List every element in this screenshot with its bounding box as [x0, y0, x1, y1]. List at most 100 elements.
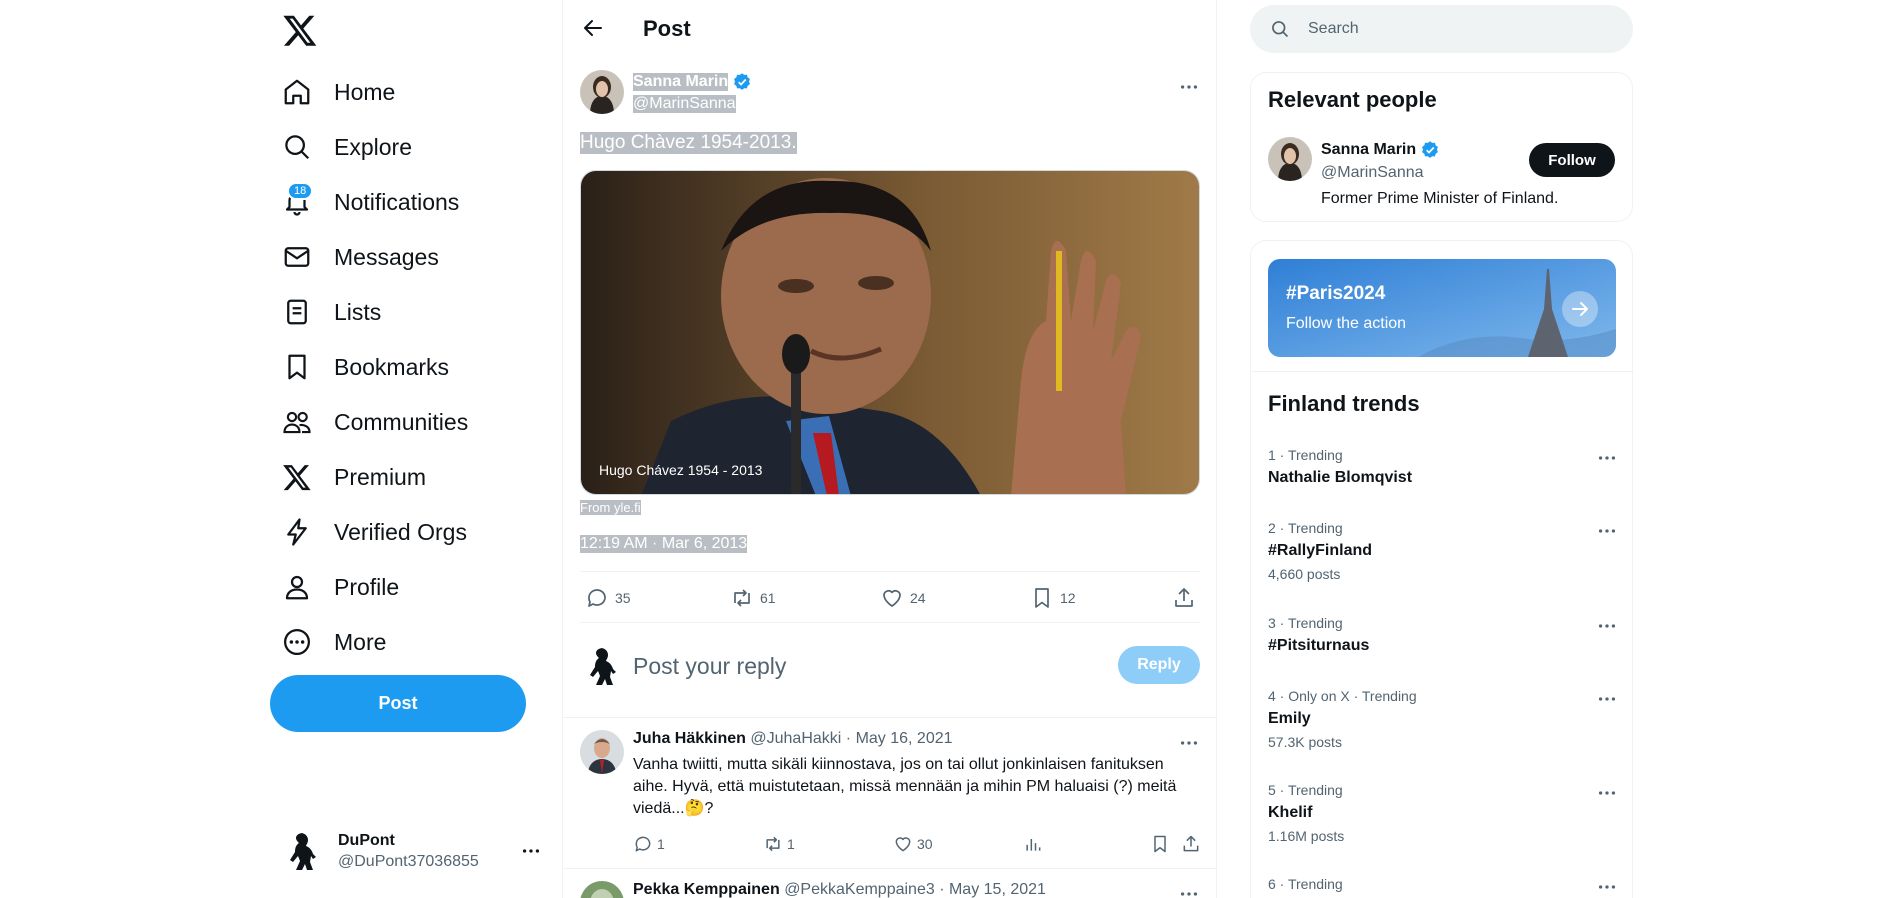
- nav-label-bookmarks: Bookmarks: [334, 353, 450, 380]
- nav-premium[interactable]: Premium: [282, 455, 426, 499]
- person-name[interactable]: Sanna Marin: [1321, 140, 1440, 160]
- lightning-icon: [282, 517, 312, 547]
- reply-author-handle[interactable]: @PekkaKemppaine3: [784, 881, 935, 898]
- reply-button[interactable]: Reply: [1118, 646, 1200, 684]
- media-caption: Hugo Chávez 1954 - 2013: [599, 462, 763, 478]
- list-icon: [282, 297, 312, 327]
- nav-bookmarks[interactable]: Bookmarks: [282, 345, 449, 389]
- reply-date[interactable]: · May 16, 2021: [846, 730, 953, 747]
- avatar[interactable]: [580, 730, 624, 774]
- avatar[interactable]: [1268, 137, 1312, 181]
- reply-date[interactable]: · May 15, 2021: [939, 881, 1046, 898]
- promo-banner[interactable]: #Paris2024 Follow the action: [1268, 259, 1616, 357]
- nav-verified-orgs[interactable]: Verified Orgs: [282, 510, 467, 554]
- share-icon: [1183, 835, 1199, 852]
- avatar[interactable]: [580, 70, 624, 114]
- home-icon: [282, 77, 312, 107]
- more-horizontal-icon[interactable]: [1596, 615, 1618, 637]
- share-icon: [1175, 588, 1193, 607]
- like-action[interactable]: 30: [893, 834, 933, 854]
- post-author-handle[interactable]: @MarinSanna: [633, 95, 736, 113]
- post-source-link[interactable]: From yle.fi: [580, 500, 641, 515]
- people-icon: [282, 407, 312, 437]
- more-horizontal-icon[interactable]: [1596, 782, 1618, 804]
- nav-messages[interactable]: Messages: [282, 235, 439, 279]
- trend-name: Khelif: [1268, 804, 1313, 821]
- person-handle[interactable]: @MarinSanna: [1321, 164, 1424, 182]
- trend-meta: 3 · Trending: [1268, 615, 1343, 631]
- nav-label-notifications: Notifications: [334, 188, 460, 215]
- nav-notifications[interactable]: 18 Notifications: [282, 180, 459, 224]
- more-horizontal-icon[interactable]: [1178, 732, 1200, 754]
- nav-explore[interactable]: Explore: [282, 125, 412, 169]
- trend-item[interactable]: 6 · Trending: [1268, 876, 1618, 892]
- nav-communities[interactable]: Communities: [282, 400, 468, 444]
- arrow-right-icon[interactable]: [1562, 291, 1598, 327]
- trend-item[interactable]: 5 · Trending Khelif 1.16M posts: [1268, 782, 1618, 844]
- more-horizontal-icon[interactable]: [1596, 876, 1618, 898]
- nav-label-profile: Profile: [334, 573, 400, 600]
- views-action[interactable]: [1023, 834, 1047, 854]
- like-count: 30: [917, 836, 933, 852]
- x-logo-icon: [282, 462, 312, 492]
- nav-label-messages: Messages: [334, 243, 439, 270]
- bookmark-action[interactable]: [1150, 834, 1174, 854]
- verified-badge-icon: [732, 72, 752, 92]
- share-action[interactable]: [1172, 586, 1202, 610]
- more-horizontal-icon[interactable]: [1596, 520, 1618, 542]
- promo-hashtag: #Paris2024: [1286, 283, 1386, 304]
- trend-item[interactable]: 3 · Trending #Pitsiturnaus: [1268, 615, 1618, 655]
- search-input[interactable]: [1308, 5, 1608, 53]
- nav-lists[interactable]: Lists: [282, 290, 381, 334]
- trends-card: #Paris2024 Follow the action Finland tre…: [1250, 240, 1634, 898]
- reply-action[interactable]: 1: [633, 834, 665, 854]
- post-author-name: Sanna Marin: [633, 73, 729, 91]
- repost-action[interactable]: 1: [763, 834, 795, 854]
- trend-count: 57.3K posts: [1268, 734, 1342, 750]
- post-timestamp[interactable]: 12:19 AM · Mar 6, 2013: [580, 535, 748, 553]
- page-title: Post: [643, 16, 691, 41]
- reply-input[interactable]: Post your reply: [633, 653, 786, 680]
- reply-author-name[interactable]: Juha Häkkinen: [633, 730, 746, 747]
- share-action[interactable]: [1181, 834, 1205, 854]
- post-button[interactable]: Post: [270, 675, 526, 732]
- avatar: [280, 829, 324, 873]
- more-horizontal-icon[interactable]: [1178, 883, 1200, 898]
- post-author[interactable]: Sanna Marin: [633, 72, 752, 92]
- more-horizontal-icon[interactable]: [1596, 447, 1618, 469]
- divider: [1251, 371, 1634, 372]
- reply-icon: [635, 836, 651, 852]
- follow-button[interactable]: Follow: [1529, 143, 1615, 177]
- more-horizontal-icon[interactable]: [1178, 76, 1200, 98]
- nav-label-more: More: [334, 628, 387, 655]
- verified-badge-icon: [1420, 140, 1440, 160]
- bookmark-icon: [1035, 588, 1049, 608]
- reply-action[interactable]: 35: [585, 586, 631, 610]
- trend-item[interactable]: 4 · Only on X · Trending Emily 57.3K pos…: [1268, 688, 1618, 750]
- promo-subtitle: Follow the action: [1286, 315, 1407, 332]
- bookmark-action[interactable]: 12: [1030, 586, 1076, 610]
- nav-label-home: Home: [334, 78, 396, 105]
- reply-header: Juha Häkkinen @JuhaHakki · May 16, 2021: [633, 730, 953, 748]
- avatar[interactable]: [580, 881, 624, 898]
- post-image[interactable]: Hugo Chávez 1954 - 2013: [580, 170, 1200, 495]
- trend-name: #RallyFinland: [1268, 542, 1373, 559]
- nav-more[interactable]: More: [282, 620, 386, 664]
- account-switcher[interactable]: DuPont @DuPont37036855: [280, 825, 542, 877]
- x-logo-icon[interactable]: [282, 12, 318, 48]
- nav-home[interactable]: Home: [282, 70, 395, 114]
- trend-item[interactable]: 2 · Trending #RallyFinland 4,660 posts: [1268, 520, 1618, 582]
- search-bar[interactable]: [1250, 5, 1633, 53]
- back-arrow-icon[interactable]: [581, 16, 605, 40]
- more-horizontal-icon[interactable]: [1596, 688, 1618, 710]
- like-action[interactable]: 24: [880, 586, 926, 610]
- reply-author-name[interactable]: Pekka Kemppainen: [633, 881, 780, 898]
- trend-item[interactable]: 1 · Trending Nathalie Blomqvist: [1268, 447, 1618, 487]
- reply-count: 35: [615, 590, 631, 606]
- more-horizontal-icon[interactable]: [520, 840, 542, 862]
- trend-count: 1.16M posts: [1268, 828, 1345, 844]
- repost-action[interactable]: 61: [730, 586, 776, 610]
- nav-profile[interactable]: Profile: [282, 565, 399, 609]
- trends-title: Finland trends: [1268, 391, 1420, 416]
- reply-author-handle[interactable]: @JuhaHakki: [750, 730, 841, 747]
